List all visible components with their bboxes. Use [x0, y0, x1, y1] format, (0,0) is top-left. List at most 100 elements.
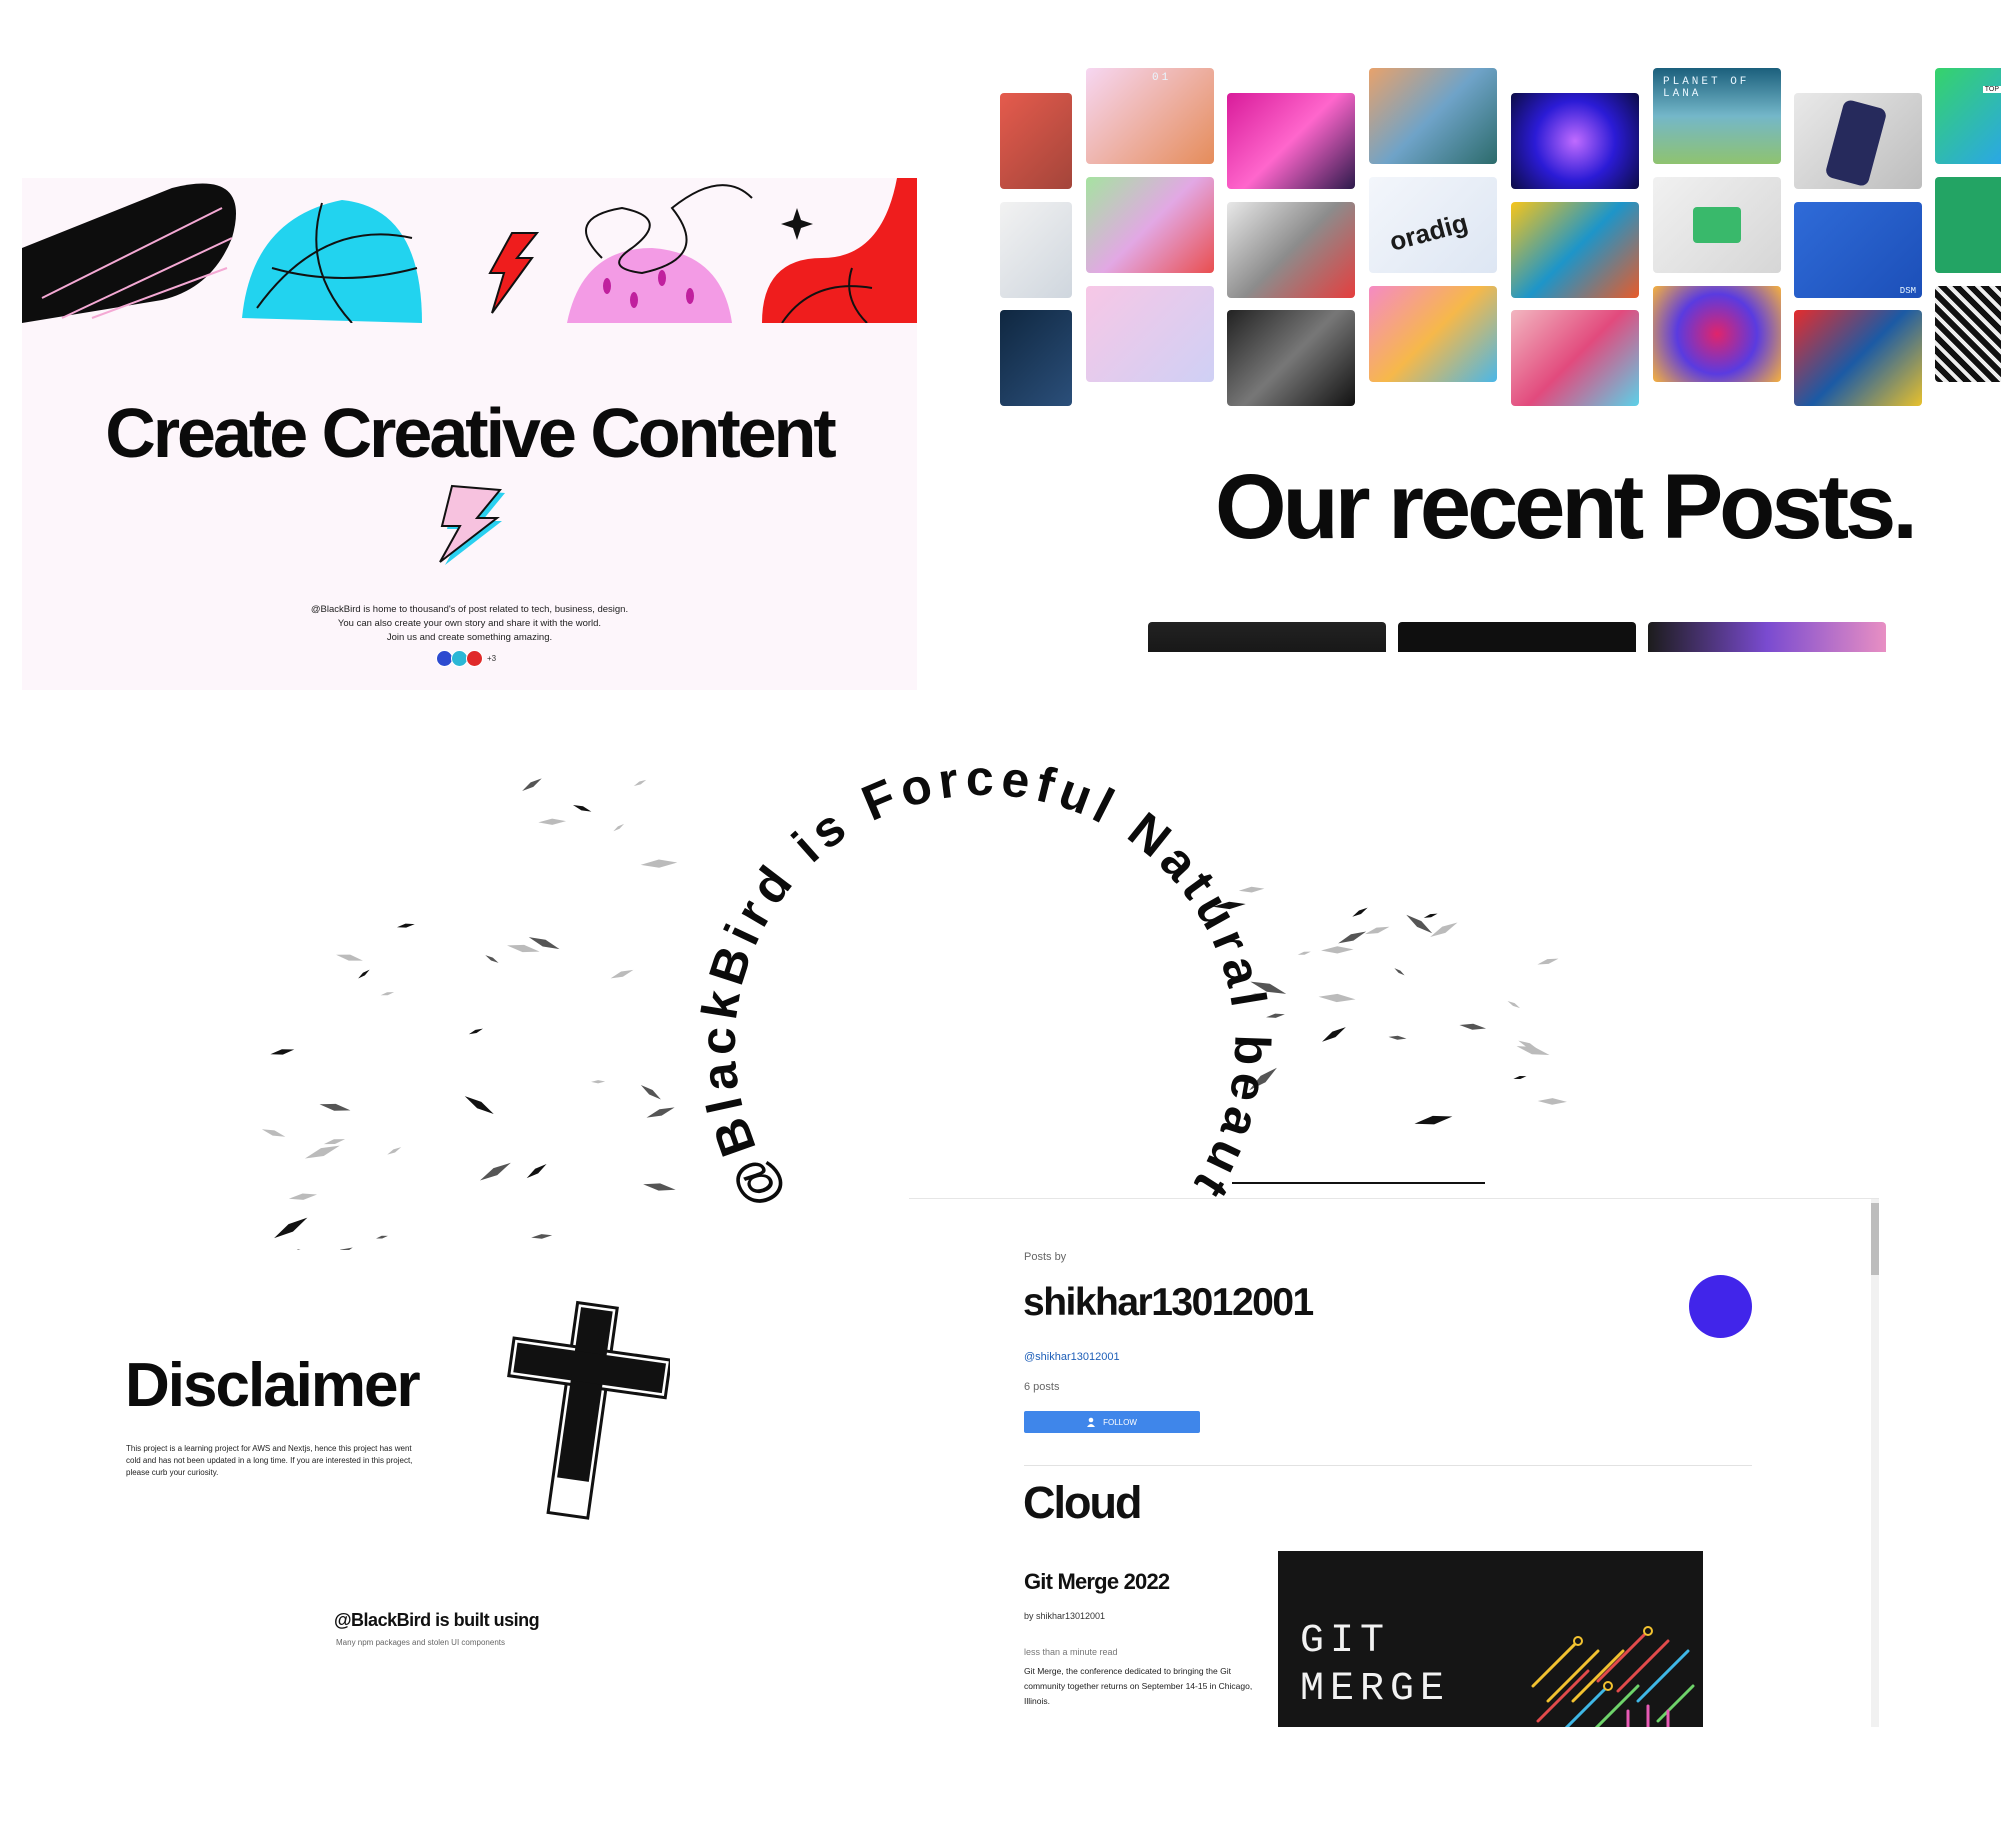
cover-text: GIT [1300, 1619, 1391, 1664]
gallery-tile-label: DSM [1899, 286, 1916, 296]
bird-shape [468, 1028, 484, 1035]
phone-shape [1824, 98, 1888, 188]
bird-shape [522, 778, 542, 791]
hero-illustration [22, 178, 917, 323]
gallery-tile[interactable] [1000, 93, 1072, 189]
gallery-tile-label: oradig [1386, 207, 1471, 257]
profile-panel: Posts by shikhar13012001 @shikhar1301200… [909, 1198, 1879, 1727]
posts-by-label: Posts by [1024, 1251, 1067, 1263]
gallery-tile[interactable] [1369, 68, 1497, 164]
bird-shape [640, 1084, 661, 1100]
bird-shape [380, 992, 395, 996]
scrollbar[interactable] [1871, 1199, 1879, 1727]
bird-shape [640, 859, 678, 868]
bird-shape [1394, 968, 1405, 976]
bird-shape [323, 1139, 346, 1145]
bird-shape [1238, 886, 1265, 893]
post-cover-image[interactable]: GIT MERGE [1278, 1551, 1703, 1727]
gallery-tile[interactable] [1000, 310, 1072, 406]
bird-shape [396, 923, 415, 928]
hero-description-line: Join us and create something amazing. [386, 632, 553, 643]
bird-shape [1297, 951, 1311, 955]
gallery-tile[interactable]: 01 [1086, 68, 1214, 164]
gallery-tile[interactable] [1653, 286, 1781, 382]
gallery-tile[interactable] [1000, 202, 1072, 298]
recent-post-card[interactable] [1648, 622, 1886, 652]
gallery-tile[interactable] [1794, 310, 1922, 406]
profile-name: shikhar13012001 [1023, 1281, 1314, 1324]
gallery-tile[interactable] [1369, 286, 1497, 382]
circular-tagline-text: @BlackBird is Forceful Natural beautiful [0, 690, 1274, 1219]
bird-shape [296, 1248, 319, 1250]
bird-shape [526, 1163, 547, 1179]
bird-shape [531, 1234, 553, 1239]
post-excerpt: Git Merge, the conference dedicated to b… [1024, 1666, 1253, 1706]
bird-shape [1388, 1035, 1407, 1040]
follow-button[interactable]: FOLLOW [1024, 1411, 1200, 1433]
bird-shape [319, 1103, 351, 1111]
circular-tagline: @BlackBird is Forceful Natural beautiful [0, 690, 1280, 1219]
avatar-extra-count: +3 [487, 653, 497, 663]
gallery-tile[interactable]: PLANET OF LANA [1653, 68, 1781, 164]
bird-shape [1321, 946, 1354, 954]
gallery-tile[interactable] [1935, 286, 2001, 382]
bird-shape [1338, 931, 1367, 944]
gallery-tile[interactable] [1086, 177, 1214, 273]
gallery-tile[interactable] [1227, 310, 1355, 406]
post-count: 6 posts [1024, 1381, 1060, 1393]
gallery-tile-label: PLANET OF LANA [1663, 76, 1750, 100]
recent-post-card[interactable] [1398, 622, 1636, 652]
disclaimer-text: This project is a learning project for A… [126, 1444, 413, 1477]
built-using-title: @BlackBird is built using [334, 1610, 540, 1630]
bird-shape [610, 969, 634, 979]
bird-shape [288, 1193, 318, 1200]
bird-shape [1513, 1076, 1527, 1080]
gallery-tile[interactable] [1086, 286, 1214, 382]
profile-handle[interactable]: @shikhar13012001 [1024, 1351, 1120, 1363]
hero-description-line: You can also create your own story and s… [337, 618, 602, 629]
gallery-tile[interactable] [1653, 177, 1781, 273]
bird-shape [591, 1080, 606, 1084]
gallery-tile[interactable]: oradig [1369, 177, 1497, 273]
gallery-tile[interactable] [1511, 93, 1639, 189]
gallery-tile[interactable] [1511, 202, 1639, 298]
bird-shape [358, 969, 370, 979]
gallery-tile[interactable] [1794, 93, 1922, 189]
gallery-tile[interactable] [1227, 202, 1355, 298]
hero-description: @BlackBird is home to thousand's of post… [22, 603, 917, 645]
bird-shape [1364, 926, 1390, 935]
gallery-tile[interactable] [1227, 93, 1355, 189]
bird-shape [1352, 907, 1368, 917]
git-merge-pattern [1531, 1626, 1695, 1727]
gallery-tile[interactable]: DSM [1794, 202, 1922, 298]
bird-shape [336, 954, 363, 961]
recent-posts-title: Our recent Posts. [1215, 456, 1918, 558]
bird-shape [572, 804, 592, 812]
recent-post-card[interactable] [1148, 622, 1386, 652]
bird-shape [485, 955, 499, 963]
bird-shape [274, 1217, 308, 1239]
bird-shape [1459, 1023, 1487, 1030]
gallery-tile[interactable] [1935, 177, 2001, 273]
gallery-tile[interactable] [1511, 310, 1639, 406]
cover-text: MERGE [1300, 1667, 1451, 1712]
gallery-tile[interactable]: TOP [1935, 68, 2001, 164]
bird-shape [1537, 958, 1559, 965]
section-title: Cloud [1023, 1477, 1142, 1528]
hero-panel: Create Creative Content @BlackBird is ho… [22, 178, 917, 690]
bird-shape [270, 1049, 295, 1055]
bird-shape [613, 823, 625, 832]
post-title[interactable]: Git Merge 2022 [1024, 1569, 1170, 1595]
bird-shape [1318, 993, 1356, 1003]
scrollbar-thumb[interactable] [1871, 1203, 1879, 1275]
built-using-subtitle: Many npm packages and stolen UI componen… [336, 1638, 505, 1647]
post-author: by shikhar13012001 [1024, 1611, 1106, 1621]
circular-text-graphic: @BlackBird is Forceful Natural beautiful [0, 690, 1567, 1250]
bird-shape [304, 1145, 340, 1159]
bird-shape [643, 1183, 676, 1191]
profile-avatar[interactable] [1689, 1275, 1752, 1338]
device-shape [1693, 207, 1741, 243]
member-avatars: +3 [436, 649, 497, 667]
hero-title: Create Creative Content [105, 394, 836, 472]
bird-shape [633, 779, 647, 787]
